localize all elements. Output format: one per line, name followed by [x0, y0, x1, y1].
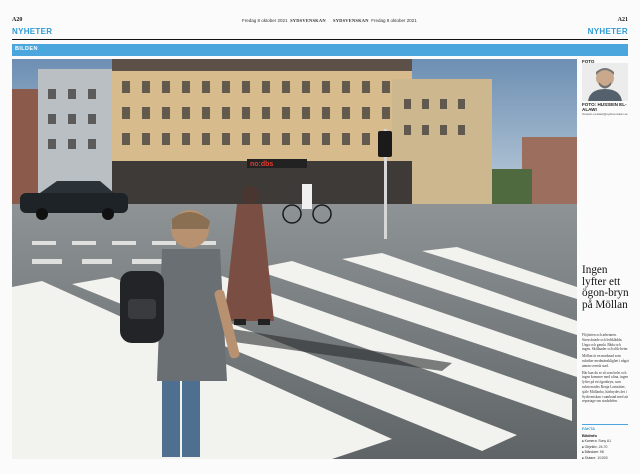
photographer-name: FOTO: HUSSEIN EL-ALAWI: [582, 102, 627, 112]
page-number-right: A21: [617, 17, 628, 23]
masthead-right: SYDSVENSKAN: [333, 18, 369, 23]
page-number-left: A20: [12, 17, 23, 23]
article-paragraph: Möllan är en marknad som rubriker medmän…: [582, 354, 630, 368]
avatar: [582, 63, 628, 101]
photographer-email: hussein.el-alawi@sydsvenskan.se: [582, 112, 628, 116]
section-label-left: NYHETER: [12, 27, 53, 36]
article-paragraph: Här kan du se så som helst och ingen kom…: [582, 370, 629, 404]
newspaper-spread: A20 A21 Fredag 8 oktober 2021 SYDSVENSKA…: [0, 0, 640, 474]
dateline-left: Fredag 8 oktober 2021 SYDSVENSKAN: [242, 18, 326, 23]
masthead-left: SYDSVENSKAN: [290, 18, 326, 23]
street-crossing-photo: no:dbs: [12, 59, 577, 459]
header-rule: [12, 39, 628, 41]
banner-label: BILDEN: [15, 46, 38, 52]
article-paragraph: Flöjtisten och arbetaren. Stressfotade o…: [582, 333, 629, 352]
article-body: Flöjtisten och arbetaren. Stressfotade o…: [582, 333, 629, 406]
list-item: Slutare: 1/1000: [582, 456, 629, 462]
photographer-portrait: [582, 63, 628, 101]
dateline-left-date: Fredag 8 oktober 2021: [242, 18, 288, 23]
article-headline: Ingen lyfter ett ögon-bryn på Möllan: [582, 264, 629, 311]
shop-sign: no:dbs: [250, 161, 273, 168]
photo-illustration: no:dbs: [12, 59, 577, 459]
section-banner: BILDEN: [12, 44, 628, 56]
facts-list: Kamera: Sony A1 Objektiv: 24-70 Bländare…: [582, 439, 629, 461]
dateline-right: SYDSVENSKAN Fredag 8 oktober 2021: [333, 18, 417, 23]
dateline-right-date: Fredag 8 oktober 2021: [371, 18, 417, 23]
facts-title: FAKTA: [582, 426, 596, 431]
facts-divider: [582, 424, 628, 425]
section-label-right: NYHETER: [587, 27, 628, 36]
facts-subtitle: Bildinfo: [582, 433, 597, 438]
